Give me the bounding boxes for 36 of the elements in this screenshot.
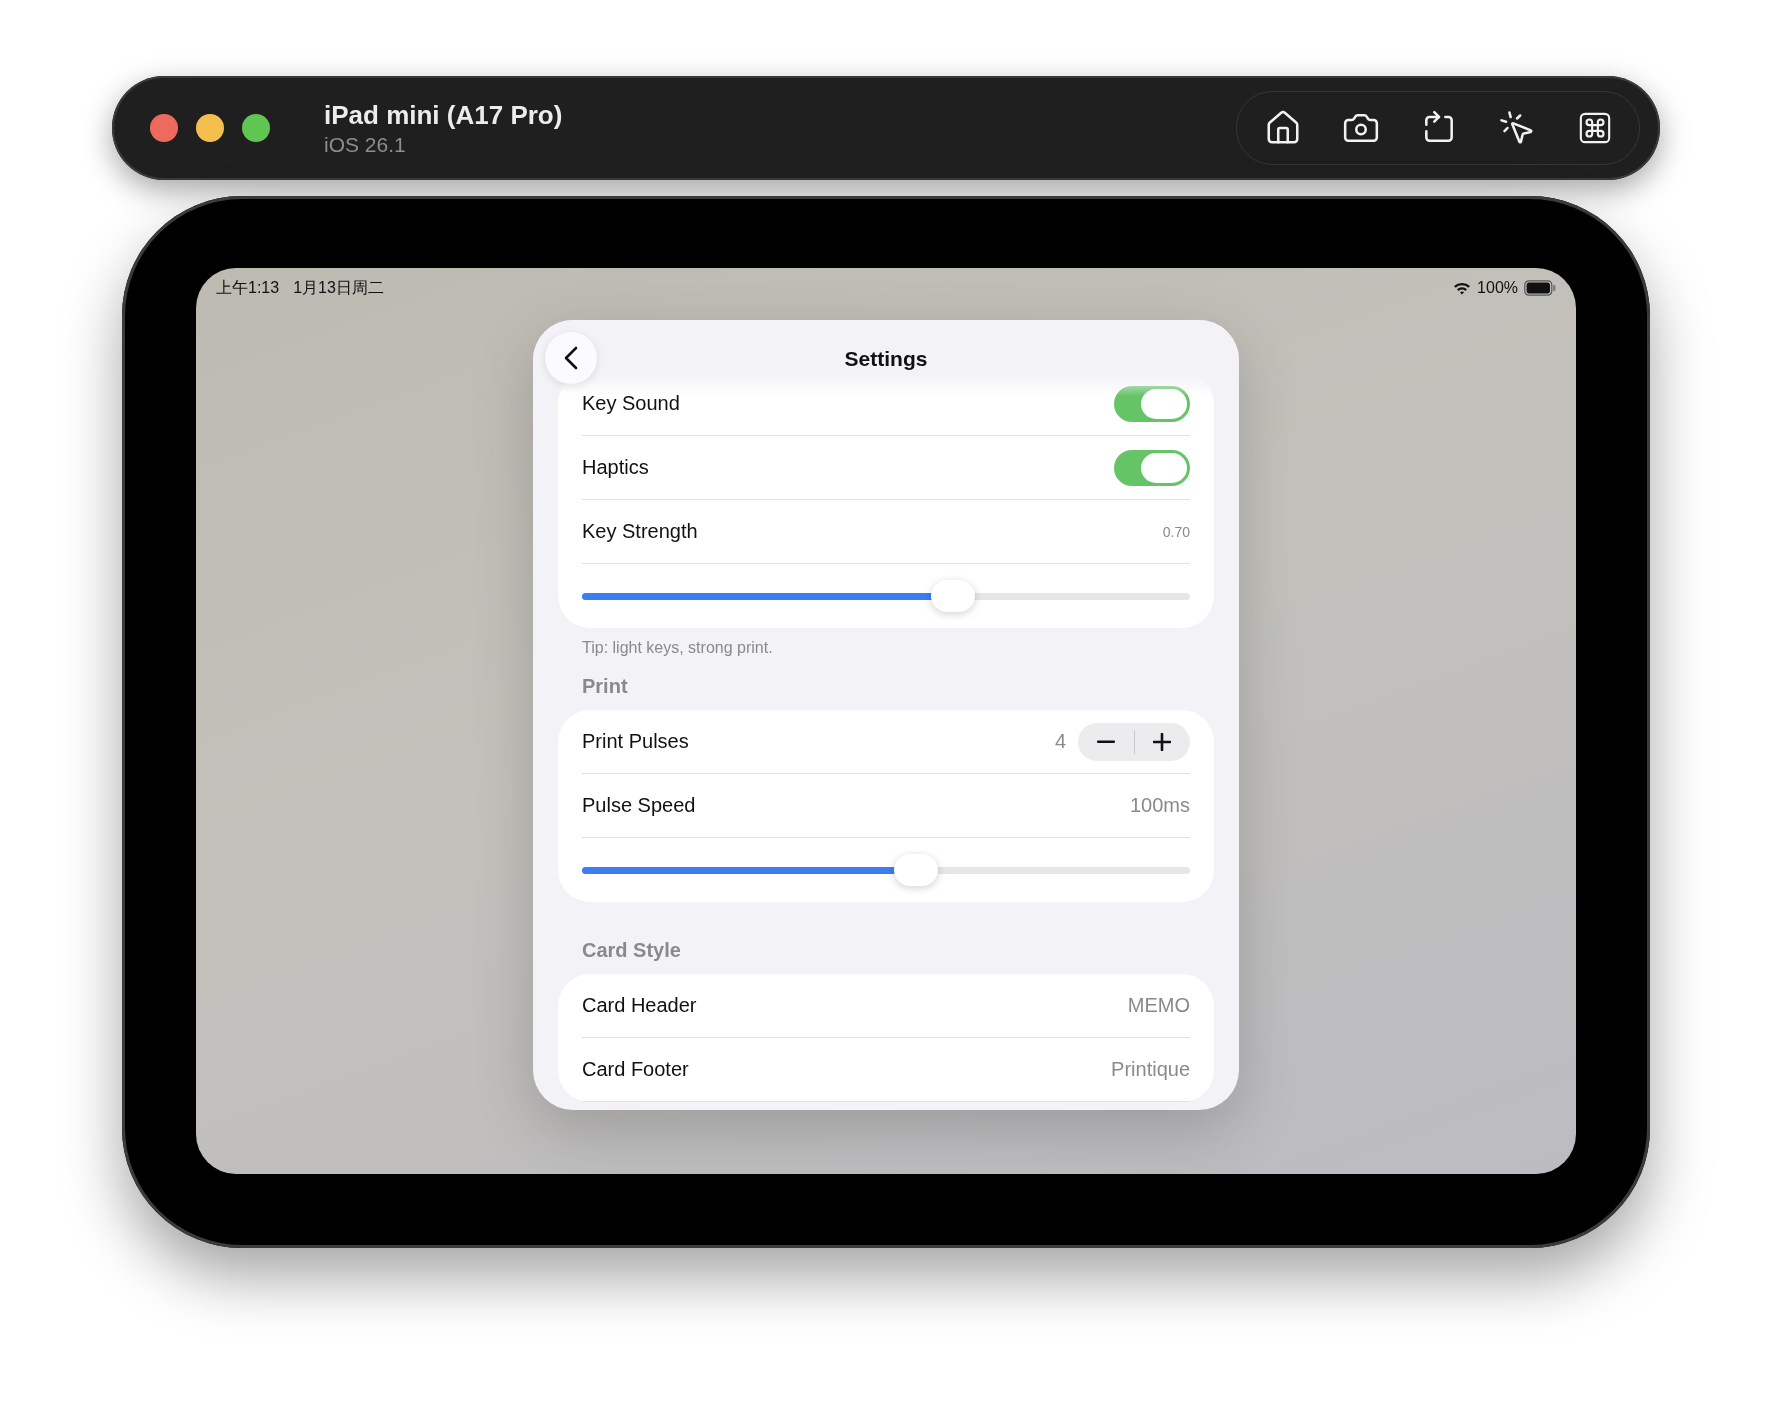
battery-percent: 100% — [1477, 278, 1518, 298]
status-time: 上午1:13 — [216, 278, 280, 298]
setting-label: Card Header — [582, 994, 697, 1017]
section-header: Card Style — [581, 938, 682, 962]
battery-icon — [1524, 280, 1556, 296]
house-icon — [1264, 109, 1302, 147]
toggle-switch[interactable] — [1114, 385, 1190, 422]
setting-label: Pulse Speed — [582, 794, 696, 817]
setting-value: 0.70 — [1162, 523, 1190, 540]
setting-value: MEMO — [1127, 994, 1190, 1017]
setting-label: Card Footer — [582, 1058, 689, 1081]
setting-label: Key Sound — [582, 392, 680, 415]
setting-label: Key Strength — [582, 520, 698, 543]
device-name: iPad mini (A17 Pro) — [324, 99, 563, 131]
zoom-button[interactable] — [242, 114, 270, 142]
setting-value: 4 — [1054, 730, 1066, 753]
close-button[interactable] — [150, 114, 178, 142]
toggle-switch[interactable] — [1114, 449, 1190, 486]
wifi-icon — [1453, 281, 1472, 295]
plus-icon — [1153, 732, 1172, 751]
setting-value: 100ms — [1129, 794, 1190, 817]
setting-label: Haptics — [582, 456, 649, 479]
back-button[interactable] — [545, 332, 597, 384]
sheet-title: Settings — [844, 347, 928, 371]
slider-thumb[interactable] — [930, 579, 975, 612]
minus-icon — [1096, 739, 1115, 744]
slider-thumb[interactable] — [894, 853, 939, 886]
setting-label: Print Pulses — [582, 730, 689, 753]
command-key-icon — [1578, 111, 1612, 145]
section-header: Print — [581, 674, 629, 698]
minimize-button[interactable] — [196, 114, 224, 142]
section-footer: Tip: light keys, strong print. — [558, 638, 1214, 658]
setting-value: Printique — [1111, 1058, 1190, 1081]
os-version: iOS 26.1 — [324, 132, 407, 157]
chevron-left-icon — [564, 346, 578, 370]
status-date: 1月13日周二 — [293, 278, 384, 298]
